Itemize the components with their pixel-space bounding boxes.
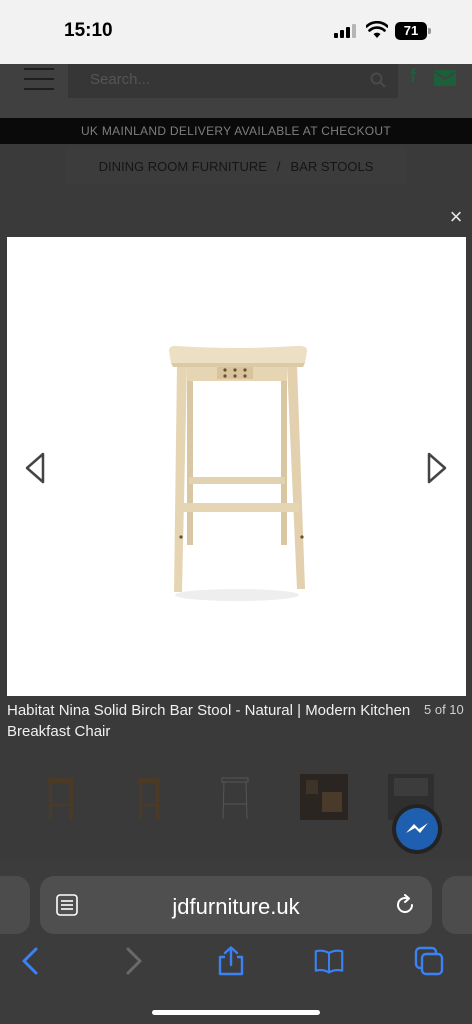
tabs-icon[interactable] [414, 946, 444, 976]
search-icon[interactable] [370, 72, 386, 88]
image-caption: Habitat Nina Solid Birch Bar Stool - Nat… [7, 702, 411, 740]
signal-icon [334, 24, 356, 38]
image-counter: 5 of 10 [424, 702, 464, 717]
wifi-icon [366, 21, 388, 38]
battery-level: 71 [395, 22, 427, 40]
breadcrumb: DINING ROOM FURNITURE / BAR STOOLS [66, 148, 406, 184]
close-icon[interactable]: × [446, 206, 466, 228]
battery-icon: 71 [395, 22, 431, 40]
share-icon[interactable] [216, 946, 246, 976]
facebook-icon[interactable]: f [410, 66, 416, 87]
breadcrumb-separator: / [276, 158, 281, 174]
mail-icon[interactable] [434, 70, 456, 86]
url-text: jdfurniture.uk [172, 894, 300, 919]
home-indicator[interactable] [152, 1010, 320, 1015]
site-header: Search... f [0, 64, 472, 118]
thumbnail-3[interactable] [210, 770, 260, 824]
breadcrumb-item-dining-room[interactable]: DINING ROOM FURNITURE [99, 159, 267, 174]
menu-icon[interactable] [24, 68, 54, 94]
thumbnail-1[interactable] [36, 770, 86, 824]
arrow-right-icon[interactable] [425, 451, 449, 485]
delivery-banner: UK MAINLAND DELIVERY AVAILABLE AT CHECKO… [0, 118, 472, 144]
thumbnail-4[interactable] [300, 770, 350, 824]
messenger-icon[interactable] [392, 804, 442, 854]
previous-tab-pill[interactable] [0, 876, 30, 934]
product-image-panel [7, 237, 466, 696]
bookmarks-icon[interactable] [314, 946, 344, 976]
breadcrumb-item-bar-stools[interactable]: BAR STOOLS [291, 159, 374, 174]
reload-icon[interactable] [394, 894, 416, 916]
search-input[interactable]: Search... [68, 64, 398, 98]
product-image-bar-stool [169, 345, 307, 601]
back-icon[interactable] [16, 946, 46, 976]
browser-toolbar: jdfurniture.uk [0, 860, 472, 1024]
address-bar[interactable]: jdfurniture.uk [40, 876, 432, 934]
arrow-left-icon[interactable] [23, 451, 47, 485]
status-time: 15:10 [64, 20, 113, 41]
status-bar: 15:10 71 [0, 0, 472, 64]
forward-icon[interactable] [118, 946, 148, 976]
search-placeholder: Search... [90, 71, 151, 88]
thumbnail-2[interactable] [124, 770, 174, 824]
next-tab-pill[interactable] [442, 876, 472, 934]
